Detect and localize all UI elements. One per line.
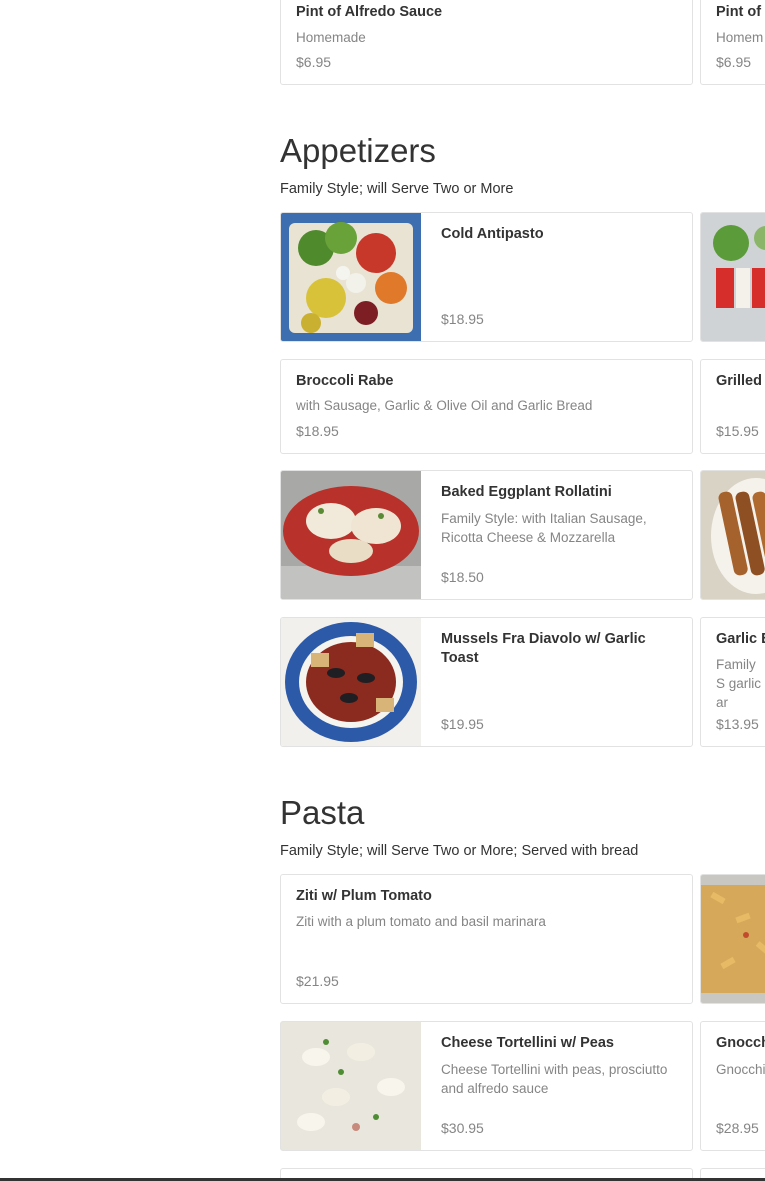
item-name: Grilled [716, 373, 762, 389]
antipasto-photo [281, 213, 421, 341]
item-name: Ziti w/ Plum Tomato [296, 888, 432, 904]
menu-item-card[interactable]: Gnocch Gnocchi $28.95 [700, 1021, 765, 1151]
menu-item-card[interactable]: Broccoli Rabe with Sausage, Garlic & Oli… [280, 359, 693, 454]
item-description: Gnocchi [716, 1062, 765, 1077]
menu-item-card[interactable]: Garlic B Family S garlic ar $13.95 [700, 617, 765, 747]
item-price: $15.95 [716, 423, 759, 439]
item-price: $18.95 [441, 311, 484, 327]
section-subtitle-appetizers: Family Style; will Serve Two or More [280, 181, 514, 197]
menu-item-card[interactable]: Pint of Homem $6.95 [700, 0, 765, 85]
item-price: $30.95 [441, 1120, 484, 1136]
item-price: $6.95 [296, 54, 332, 70]
menu-item-card[interactable]: Mussels Fra Diavolo w/ Garlic Toast $19.… [280, 617, 693, 747]
section-title-pasta: Pasta [280, 794, 365, 831]
item-description: Homemade [296, 30, 366, 45]
item-description: Family Style: with Italian Sausage, Rico… [441, 511, 647, 545]
section-subtitle-pasta: Family Style; will Serve Two or More; Se… [280, 843, 639, 859]
item-name: Cold Antipasto [441, 226, 544, 242]
item-name: Baked Eggplant Rollatini [441, 484, 612, 500]
item-price: $18.95 [296, 423, 339, 439]
menu-item-card[interactable] [700, 470, 765, 600]
item-price: $6.95 [716, 54, 752, 70]
item-description: Homem [716, 30, 764, 45]
item-price: $21.95 [296, 973, 339, 989]
item-name: Pint of Alfredo Sauce [296, 4, 443, 20]
menu-item-card[interactable] [700, 874, 765, 1004]
menu-item-card[interactable] [700, 212, 765, 342]
item-name: Mussels Fra Diavolo w/ Garlic Toast [441, 631, 646, 666]
item-description: Cheese Tortellini with peas, prosciutto … [441, 1062, 668, 1096]
item-name: Pint of [716, 4, 762, 20]
menu-item-card[interactable]: Ziti w/ Plum Tomato Ziti with a plum tom… [280, 874, 693, 1004]
caprese-photo [701, 213, 765, 341]
item-description: Family S garlic ar [716, 657, 762, 710]
penne-photo [701, 875, 765, 1003]
menu-item-card[interactable]: Pint of Alfredo Sauce Homemade $6.95 [280, 0, 693, 85]
item-price: $18.50 [441, 569, 484, 585]
item-price: $28.95 [716, 1120, 759, 1136]
item-name: Gnocch [716, 1035, 765, 1051]
item-price: $19.95 [441, 716, 484, 732]
eggplant-photo [281, 471, 421, 599]
item-description: with Sausage, Garlic & Olive Oil and Gar… [296, 398, 593, 413]
item-name: Garlic B [716, 631, 765, 647]
menu-item-card[interactable]: Grilled $15.95 [700, 359, 765, 454]
item-name: Cheese Tortellini w/ Peas [441, 1035, 614, 1051]
menu-item-card[interactable]: Baked Eggplant Rollatini Family Style: w… [280, 470, 693, 600]
item-description: Ziti with a plum tomato and basil marina… [296, 914, 546, 929]
mozzarella-sticks-photo [701, 471, 765, 599]
menu-item-card[interactable]: Cheese Tortellini w/ Peas Cheese Tortell… [280, 1021, 693, 1151]
menu-item-card[interactable]: Cold Antipasto $18.95 [280, 212, 693, 342]
mussels-photo [281, 618, 421, 746]
section-title-appetizers: Appetizers [280, 132, 436, 169]
tortellini-photo [281, 1022, 421, 1150]
item-name: Broccoli Rabe [296, 373, 394, 389]
item-price: $13.95 [716, 716, 759, 732]
